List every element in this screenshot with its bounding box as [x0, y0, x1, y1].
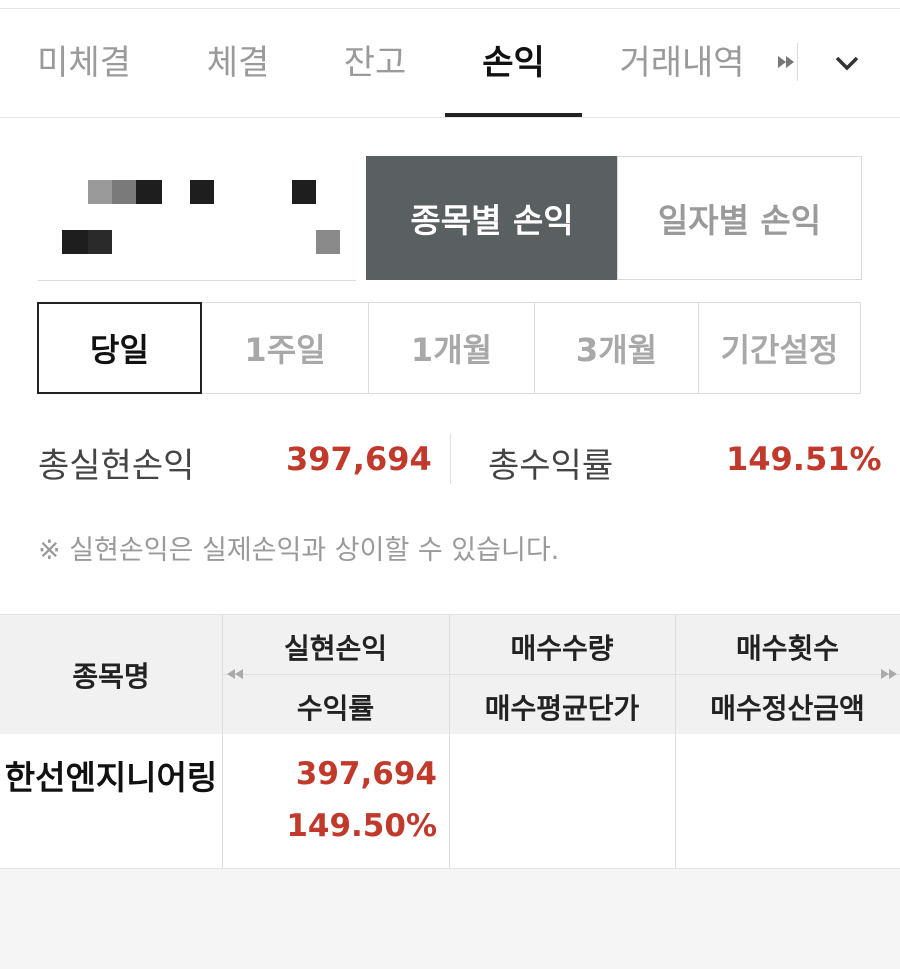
- period-1month[interactable]: 1개월: [368, 302, 535, 394]
- tab-balance[interactable]: 잔고: [330, 9, 420, 117]
- total-realized-label: 총실현손익: [38, 446, 195, 486]
- header-return-rate: 수익률: [296, 692, 375, 725]
- masked-account-pixel: [88, 180, 112, 204]
- period-today[interactable]: 당일: [37, 302, 202, 394]
- realized-profit-cell: 397,694: [295, 756, 437, 792]
- masked-account-pixel: [316, 230, 340, 254]
- table-row[interactable]: 한선엔지니어링 397,694 149.50%: [0, 734, 900, 869]
- empty-list-area: [0, 869, 900, 969]
- period-custom[interactable]: 기간설정: [698, 302, 861, 394]
- table-header: 종목명 실현손익 수익률 매수수량 매수평균단가 매수횟수 매수정산금액: [0, 614, 900, 735]
- header-row-divider: [222, 674, 900, 675]
- header-buy-quantity: 매수수량: [510, 632, 614, 665]
- account-selector[interactable]: [38, 156, 356, 281]
- summary-divider: [450, 434, 451, 484]
- header-realized-profit: 실현손익: [283, 632, 388, 665]
- total-realized-value: 397,694: [286, 440, 432, 478]
- tab-profit-loss[interactable]: 손익: [445, 9, 582, 117]
- header-stock-name: 종목명: [72, 660, 150, 693]
- scroll-right-icon[interactable]: [880, 668, 898, 680]
- column-divider: [675, 734, 676, 868]
- column-divider: [449, 734, 450, 868]
- tab-transaction-history[interactable]: 거래내역: [612, 9, 752, 117]
- scroll-left-icon[interactable]: [226, 668, 244, 680]
- masked-account-pixel: [136, 180, 162, 204]
- tab-bar: 미체결 체결 잔고 손익 거래내역: [0, 9, 900, 118]
- masked-account-pixel: [88, 230, 112, 254]
- stock-name-cell[interactable]: 한선엔지니어링: [0, 752, 222, 804]
- masked-account-pixel: [62, 230, 88, 254]
- tab-unfilled[interactable]: 미체결: [30, 9, 138, 117]
- realized-profit-notice: ※ 실현손익은 실제손익과 상이할 수 있습니다.: [38, 535, 560, 566]
- active-tab-indicator: [445, 113, 582, 117]
- total-return-label: 총수익률: [488, 446, 614, 486]
- masked-account-pixel: [292, 180, 316, 204]
- tab-separator: [797, 43, 798, 81]
- masked-account-pixel: [112, 180, 136, 204]
- period-3month[interactable]: 3개월: [534, 302, 699, 394]
- by-stock-toggle[interactable]: 종목별 손익: [366, 156, 618, 280]
- masked-account-pixel: [190, 180, 214, 204]
- header-buy-average-price: 매수평균단가: [484, 692, 640, 725]
- return-rate-cell: 149.50%: [286, 808, 437, 844]
- by-date-toggle[interactable]: 일자별 손익: [617, 156, 862, 280]
- total-return-value: 149.51%: [726, 440, 882, 478]
- tab-filled[interactable]: 체결: [190, 9, 286, 117]
- header-buy-settlement-amount: 매수정산금액: [710, 692, 865, 725]
- period-1week[interactable]: 1주일: [201, 302, 369, 394]
- header-buy-count: 매수횟수: [735, 632, 840, 665]
- chevron-down-icon[interactable]: [833, 51, 861, 73]
- column-divider: [222, 734, 223, 868]
- fast-forward-icon[interactable]: [776, 51, 798, 73]
